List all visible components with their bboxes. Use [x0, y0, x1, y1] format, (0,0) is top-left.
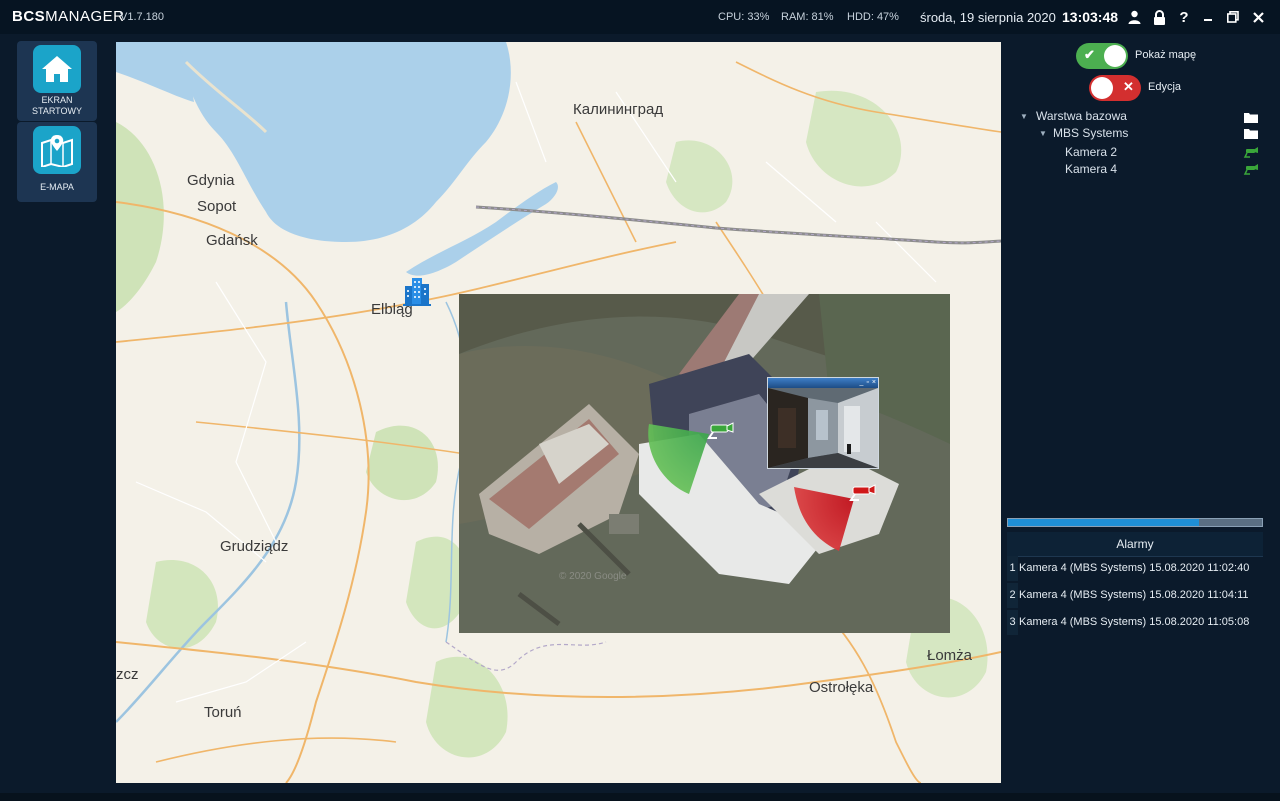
city-partial-zcz: zcz [116, 666, 139, 683]
show-map-toggle[interactable]: ✔ [1076, 43, 1128, 69]
city-gdynia: Gdynia [187, 172, 235, 189]
city-torun: Toruń [204, 704, 242, 721]
city-ostroleka: Ostrołęka [809, 679, 874, 696]
popup-close-icon[interactable]: × [872, 379, 876, 387]
map-view[interactable]: Калининград Gdynia Sopot Gdańsk Elbląg G… [116, 42, 1001, 783]
camera-preview-titlebar: _ ▫ × [768, 378, 878, 388]
nav-emap-label: E-MAPA [40, 182, 74, 192]
nav-home-button[interactable]: EKRAN STARTOWY [17, 41, 97, 121]
minimize-icon[interactable] [1199, 8, 1217, 26]
lock-icon[interactable] [1150, 8, 1168, 26]
tree-node-mbs-systems[interactable]: MBS Systems [1053, 125, 1128, 141]
alarm-text: Kamera 4 (MBS Systems) 15.08.2020 11:04:… [1019, 589, 1249, 601]
nav-home-label: EKRAN STARTOWY [31, 95, 82, 116]
camera-preview-popup[interactable]: _ ▫ × [767, 377, 879, 469]
progress-fill [1008, 519, 1199, 526]
nav-emap-button[interactable]: E-MAPA [17, 122, 97, 202]
edit-toggle[interactable]: ✕ [1089, 75, 1141, 101]
alarm-number: 3 [1007, 610, 1018, 635]
alarm-number: 2 [1007, 583, 1018, 608]
folder-icon[interactable] [1244, 112, 1258, 123]
popup-maximize-icon[interactable]: ▫ [866, 379, 868, 387]
tree-node-camera-2[interactable]: Kamera 2 [1065, 144, 1117, 160]
cpu-usage: CPU: 33% [718, 11, 770, 23]
folder-icon[interactable] [1244, 128, 1258, 139]
popup-minimize-icon[interactable]: _ [860, 379, 864, 387]
progress-bar [1007, 518, 1263, 527]
tree-node-camera-4[interactable]: Kamera 4 [1065, 161, 1117, 177]
edit-label: Edycja [1148, 81, 1182, 93]
app-logo: BCSMANAGER [12, 8, 125, 25]
map-pin-icon [33, 126, 81, 174]
building-marker-icon[interactable] [403, 276, 431, 306]
camera-preview-image [768, 388, 878, 468]
show-map-label: Pokaż mapę [1135, 49, 1197, 61]
title-bar: BCSMANAGER V1.7.180 CPU: 33% RAM: 81% HD… [0, 0, 1280, 34]
city-gdansk: Gdańsk [206, 232, 258, 249]
city-kaliningrad: Калининград [573, 101, 664, 118]
app-version: V1.7.180 [120, 11, 165, 23]
camera-icon [1243, 147, 1258, 158]
alarm-row[interactable]: 1 Kamera 4 (MBS Systems) 15.08.2020 11:0… [1007, 556, 1263, 581]
current-date: środa, 19 sierpnia 2020 [920, 10, 1056, 25]
alarm-text: Kamera 4 (MBS Systems) 15.08.2020 11:05:… [1019, 616, 1250, 628]
alarm-number: 1 [1007, 556, 1018, 581]
alarm-row[interactable]: 3 Kamera 4 (MBS Systems) 15.08.2020 11:0… [1007, 610, 1263, 635]
alarm-row[interactable]: 2 Kamera 4 (MBS Systems) 15.08.2020 11:0… [1007, 583, 1263, 608]
home-icon [33, 45, 81, 93]
tree-expand-arrow-icon[interactable]: ▼ [1020, 112, 1028, 121]
camera-2-icon[interactable] [705, 420, 735, 440]
user-icon[interactable] [1125, 8, 1143, 26]
alarms-header: Alarmy [1007, 532, 1263, 557]
city-sopot: Sopot [197, 198, 237, 215]
satellite-watermark: © 2020 Google [559, 571, 627, 582]
close-icon[interactable] [1249, 8, 1267, 26]
ram-usage: RAM: 81% [781, 11, 834, 23]
alarm-text: Kamera 4 (MBS Systems) 15.08.2020 11:02:… [1019, 562, 1250, 574]
left-navigation: EKRAN STARTOWY E-MAPA [0, 34, 106, 801]
tree-expand-arrow-icon[interactable]: ▼ [1039, 129, 1047, 138]
city-lomza: Łomża [927, 647, 973, 664]
hdd-usage: HDD: 47% [847, 11, 899, 23]
city-grudziadz: Grudziądz [220, 538, 289, 555]
current-time: 13:03:48 [1062, 9, 1119, 25]
right-panel [1001, 34, 1280, 801]
tree-node-base-layer[interactable]: Warstwa bazowa [1036, 108, 1127, 124]
camera-icon [1243, 164, 1258, 175]
bottom-border [0, 793, 1280, 801]
restore-icon[interactable] [1224, 8, 1242, 26]
help-icon[interactable]: ? [1175, 8, 1193, 26]
camera-4-icon[interactable] [847, 482, 877, 502]
